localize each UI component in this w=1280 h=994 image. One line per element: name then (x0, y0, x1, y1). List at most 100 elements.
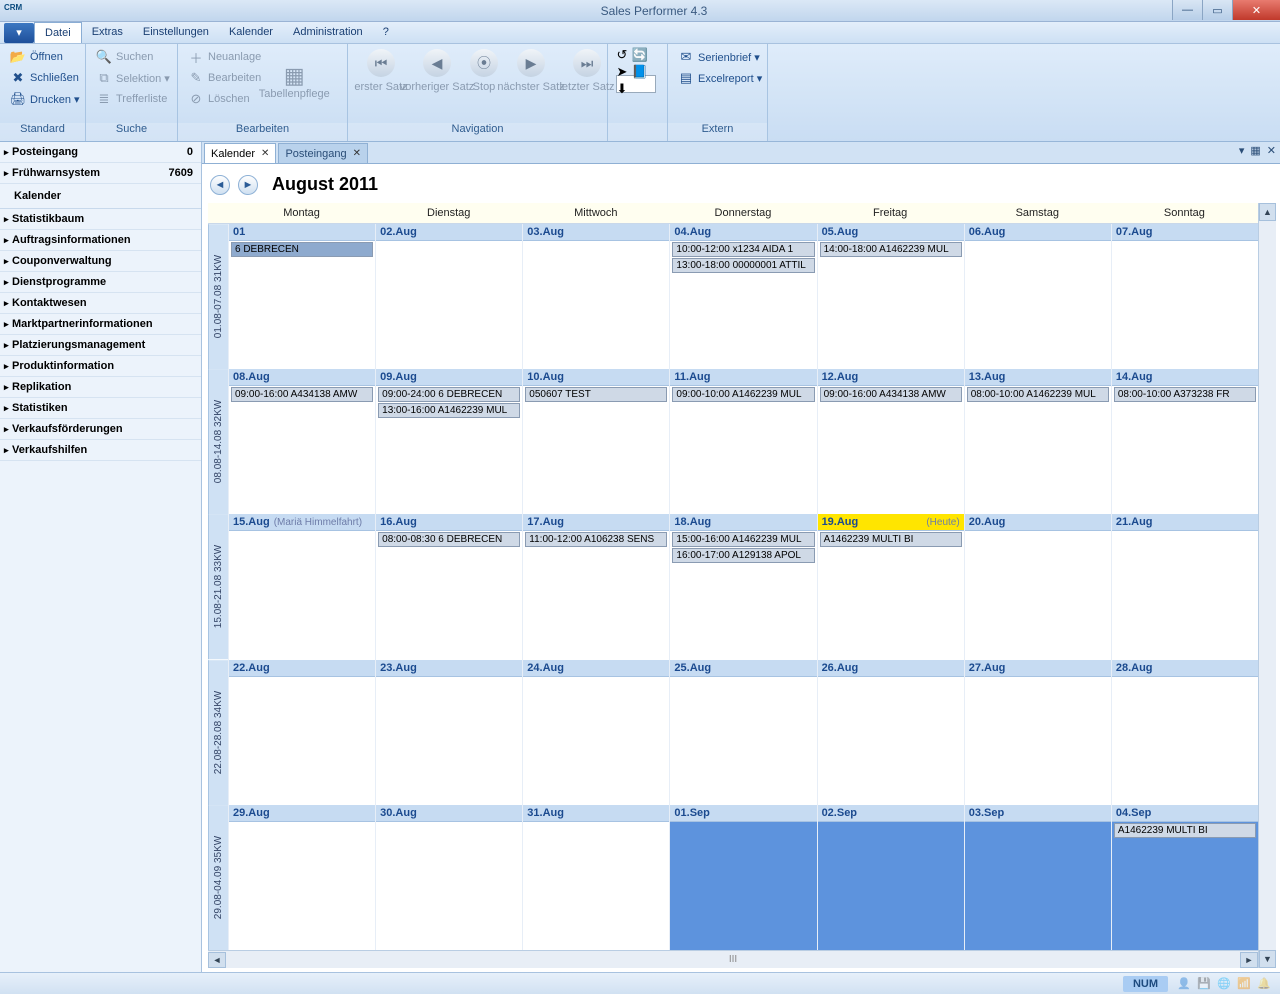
calendar-event[interactable]: 09:00-16:00 A434138 AMW (231, 387, 373, 402)
calendar-event[interactable]: 13:00-16:00 A1462239 MUL (378, 403, 520, 418)
calendar-event[interactable]: 15:00-16:00 A1462239 MUL (672, 532, 814, 547)
day-cell[interactable]: 22.Aug (228, 660, 375, 805)
scroll-left-icon[interactable]: ◄ (208, 952, 226, 968)
day-cell[interactable]: 21.Aug (1111, 514, 1258, 659)
day-cell[interactable]: 02.Aug (375, 224, 522, 369)
calendar-event[interactable]: 16:00-17:00 A129138 APOL (672, 548, 814, 563)
ribbon-neuanlage-button[interactable]: ＋Neuanlage (184, 47, 265, 67)
menu-einstellungen[interactable]: Einstellungen (133, 22, 219, 43)
day-cell[interactable]: 30.Aug (375, 805, 522, 950)
ribbon-serienbrief-button[interactable]: ✉Serienbrief ▾ (674, 47, 766, 67)
ribbon-suchen-button[interactable]: 🔍Suchen (92, 47, 174, 67)
day-cell[interactable]: 11.Aug09:00-10:00 A1462239 MUL (669, 369, 816, 514)
scroll-up-icon[interactable]: ▲ (1259, 203, 1276, 221)
minimize-button[interactable]: — (1172, 0, 1202, 20)
nav-item-produktinformation[interactable]: ▸Produktinformation (0, 356, 201, 377)
calendar-event[interactable]: 08:00-08:30 6 DEBRECEN (378, 532, 520, 547)
nav-item-verkaufshilfen[interactable]: ▸Verkaufshilfen (0, 440, 201, 461)
day-cell[interactable]: 05.Aug14:00-18:00 A1462239 MUL (817, 224, 964, 369)
day-cell[interactable]: 03.Sep (964, 805, 1111, 950)
day-cell[interactable]: 27.Aug (964, 660, 1111, 805)
calendar-event[interactable]: A1462239 MULTI BI (1114, 823, 1256, 838)
nav-item-dienstprogramme[interactable]: ▸Dienstprogramme (0, 272, 201, 293)
day-cell[interactable]: 07.Aug (1111, 224, 1258, 369)
calendar-event[interactable]: 050607 TEST (525, 387, 667, 402)
ribbon-lschen-button[interactable]: ⊘Löschen (184, 89, 265, 109)
ribbon-bearbeiten-button[interactable]: ✎Bearbeiten (184, 68, 265, 88)
tab-close-all-icon[interactable]: ✕ (1267, 144, 1276, 157)
day-cell[interactable]: 24.Aug (522, 660, 669, 805)
nav-item-couponverwaltung[interactable]: ▸Couponverwaltung (0, 251, 201, 272)
ribbon-selektion-button[interactable]: ⧉Selektion ▾ (92, 68, 174, 88)
tab-close-icon[interactable]: ✕ (261, 148, 269, 159)
ribbon-schlieen-button[interactable]: ✖Schließen (6, 68, 84, 88)
day-cell[interactable]: 08.Aug09:00-16:00 A434138 AMW (228, 369, 375, 514)
nav-kalender[interactable]: Kalender (0, 184, 201, 208)
mini-icon-3[interactable]: ⬇ (614, 81, 630, 97)
menu-kalender[interactable]: Kalender (219, 22, 283, 43)
day-cell[interactable]: 06.Aug (964, 224, 1111, 369)
day-cell[interactable]: 02.Sep (817, 805, 964, 950)
day-cell[interactable]: 19.Aug(Heute)A1462239 MULTI BI (817, 514, 964, 659)
nav-item-auftragsinformationen[interactable]: ▸Auftragsinformationen (0, 230, 201, 251)
mini-icon-4[interactable]: 🔄 (632, 47, 648, 63)
nav-item-verkaufsfrderungen[interactable]: ▸Verkaufsförderungen (0, 419, 201, 440)
day-cell[interactable]: 16.Aug08:00-08:30 6 DEBRECEN (375, 514, 522, 659)
scroll-right-icon[interactable]: ► (1240, 952, 1258, 968)
menu-datei[interactable]: Datei (34, 22, 82, 43)
calendar-event[interactable]: 13:00-18:00 00000001 ATTIL (672, 258, 814, 273)
menu-administration[interactable]: Administration (283, 22, 373, 43)
nav-item-statistikbaum[interactable]: ▸Statistikbaum (0, 208, 201, 230)
menu-?[interactable]: ? (373, 22, 399, 43)
day-cell[interactable]: 09.Aug09:00-24:00 6 DEBRECEN13:00-16:00 … (375, 369, 522, 514)
tab-posteingang[interactable]: Posteingang✕ (278, 143, 368, 163)
nav-item-kontaktwesen[interactable]: ▸Kontaktwesen (0, 293, 201, 314)
menu-extras[interactable]: Extras (82, 22, 133, 43)
day-cell[interactable]: 18.Aug15:00-16:00 A1462239 MUL16:00-17:0… (669, 514, 816, 659)
day-cell[interactable]: 20.Aug (964, 514, 1111, 659)
nav-vorheriger-satz-button[interactable]: ◀vorheriger Satz (410, 47, 464, 95)
tab-dropdown-icon[interactable]: ▾ (1239, 144, 1245, 157)
ribbon-trefferliste-button[interactable]: ≣Trefferliste (92, 89, 174, 109)
calendar-event[interactable]: 09:00-10:00 A1462239 MUL (672, 387, 814, 402)
day-cell[interactable]: 016 DEBRECEN (228, 224, 375, 369)
nav-item-replikation[interactable]: ▸Replikation (0, 377, 201, 398)
ribbon-excelreport-button[interactable]: ▤Excelreport ▾ (674, 68, 766, 88)
nav-item-statistiken[interactable]: ▸Statistiken (0, 398, 201, 419)
day-cell[interactable]: 23.Aug (375, 660, 522, 805)
tabellenpflege-button[interactable]: ▦ Tabellenpflege (267, 47, 321, 120)
mini-icon-1[interactable]: ↺ (614, 47, 630, 63)
next-month-button[interactable]: ► (238, 175, 258, 195)
calendar-event[interactable]: 14:00-18:00 A1462239 MUL (820, 242, 962, 257)
day-cell[interactable]: 01.Sep (669, 805, 816, 950)
scroll-track[interactable]: III (226, 954, 1240, 965)
day-cell[interactable]: 03.Aug (522, 224, 669, 369)
calendar-event[interactable]: 08:00-10:00 A1462239 MUL (967, 387, 1109, 402)
calendar-event[interactable]: 08:00-10:00 A373238 FR (1114, 387, 1256, 402)
calendar-event[interactable]: A1462239 MULTI BI (820, 532, 962, 547)
tab-grid-icon[interactable]: ▦ (1250, 144, 1260, 157)
day-cell[interactable]: 04.Aug10:00-12:00 x1234 AIDA 113:00-18:0… (669, 224, 816, 369)
day-cell[interactable]: 12.Aug09:00-16:00 A434138 AMW (817, 369, 964, 514)
nav-letzter-satz-button[interactable]: ⏭letzter Satz (560, 47, 614, 95)
ribbon-drucken-button[interactable]: 🖨Drucken ▾ (6, 89, 84, 109)
mini-icon-2[interactable]: ➤ (614, 64, 630, 80)
day-cell[interactable]: 15.Aug(Mariä Himmelfahrt) (228, 514, 375, 659)
nav-row-frühwarnsystem[interactable]: ▸Frühwarnsystem7609 (0, 163, 201, 184)
day-cell[interactable]: 10.Aug050607 TEST (522, 369, 669, 514)
close-button[interactable]: ✕ (1232, 0, 1280, 20)
nav-nächster-satz-button[interactable]: ▶nächster Satz (504, 47, 558, 95)
tab-close-icon[interactable]: ✕ (353, 148, 361, 159)
day-cell[interactable]: 13.Aug08:00-10:00 A1462239 MUL (964, 369, 1111, 514)
day-cell[interactable]: 26.Aug (817, 660, 964, 805)
maximize-button[interactable]: ▭ (1202, 0, 1232, 20)
calendar-event[interactable]: 6 DEBRECEN (231, 242, 373, 257)
calendar-event[interactable]: 11:00-12:00 A106238 SENS (525, 532, 667, 547)
day-cell[interactable]: 25.Aug (669, 660, 816, 805)
nav-row-posteingang[interactable]: ▸Posteingang0 (0, 142, 201, 163)
scroll-down-icon[interactable]: ▼ (1259, 950, 1276, 968)
calendar-event[interactable]: 09:00-16:00 A434138 AMW (820, 387, 962, 402)
calendar-event[interactable]: 09:00-24:00 6 DEBRECEN (378, 387, 520, 402)
nav-item-marktpartnerinformationen[interactable]: ▸Marktpartnerinformationen (0, 314, 201, 335)
nav-item-platzierungsmanagement[interactable]: ▸Platzierungsmanagement (0, 335, 201, 356)
